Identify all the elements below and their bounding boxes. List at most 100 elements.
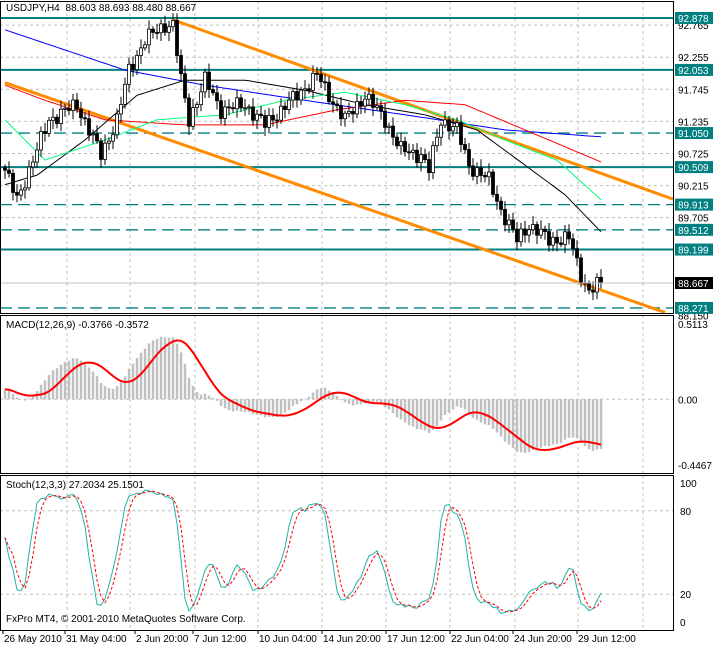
candle-body [359, 101, 363, 107]
channel-lower-line [4, 81, 666, 314]
candle [43, 122, 47, 142]
candle-body [443, 119, 447, 126]
candle-body [247, 106, 251, 109]
candle [259, 105, 263, 119]
candle [467, 142, 471, 175]
candle [291, 88, 295, 108]
candle-body [151, 28, 155, 33]
candle-body [347, 110, 351, 114]
candle [595, 273, 599, 300]
candle [123, 77, 127, 109]
candle-body [187, 97, 191, 127]
candle-body [239, 97, 243, 109]
candle [79, 101, 83, 127]
candle-body [71, 99, 75, 111]
candle-body [51, 116, 55, 121]
level-price-label: 89.512 [678, 226, 709, 237]
candle-body [251, 106, 255, 121]
candle-body [103, 142, 107, 160]
candle [343, 110, 347, 127]
time-axis-label: 29 Jun 12:00 [578, 634, 636, 645]
candle [55, 114, 59, 129]
candle-body [295, 91, 299, 101]
candle [535, 221, 539, 244]
candle-body [411, 149, 415, 153]
candle [243, 98, 247, 116]
candle [515, 221, 519, 251]
candle-body [555, 236, 559, 244]
candle-body [499, 200, 503, 210]
candle-body [415, 149, 419, 164]
candle-body [435, 136, 439, 147]
candle [543, 225, 547, 240]
macd-title: MACD(12,26,9) -0.3766 -0.3572 [6, 320, 149, 331]
candle [351, 107, 355, 123]
candle [103, 134, 107, 165]
candle [159, 19, 163, 41]
stoch-axis-label: 80 [680, 507, 692, 518]
candle-body [503, 208, 507, 226]
level-price-label: 89.913 [678, 201, 709, 212]
candle-body [523, 228, 527, 236]
candle-body [195, 104, 199, 109]
candle-body [327, 81, 331, 103]
candle-body [519, 228, 523, 243]
candle [359, 95, 363, 114]
candle [175, 13, 179, 64]
candle-body [135, 54, 139, 71]
candle-body [475, 167, 479, 177]
candle-body [279, 105, 283, 121]
candle [355, 93, 359, 119]
stoch-axis-label: 20 [680, 590, 692, 601]
candle [35, 142, 39, 169]
candle [203, 68, 207, 98]
candle-body [79, 108, 83, 119]
level-price-label: 92.878 [678, 14, 709, 25]
candle-body [387, 125, 391, 128]
time-axis-label: 14 Jun 20:00 [323, 634, 381, 645]
candle-body [47, 119, 51, 134]
moving-average-line [4, 91, 602, 201]
candle-body [483, 175, 487, 178]
candle-body [215, 92, 219, 102]
candle [471, 158, 475, 181]
candle-body [331, 101, 335, 105]
candle-body [447, 119, 451, 132]
candle [195, 101, 199, 116]
candle [199, 83, 203, 112]
macd-axis-label: 0.00 [678, 395, 698, 406]
candle-body [587, 282, 591, 291]
candle [187, 93, 191, 136]
candle-body [315, 72, 319, 75]
candle [167, 20, 171, 42]
candle-body [227, 106, 231, 109]
candle [491, 169, 495, 198]
candle-body [119, 104, 123, 115]
candle [503, 201, 507, 232]
time-axis-label: 31 May 04:00 [66, 634, 127, 645]
candle [51, 108, 55, 130]
candle-body [155, 32, 159, 34]
candle-body [399, 141, 403, 147]
candle-body [39, 131, 43, 151]
candle [519, 222, 523, 247]
candle [495, 185, 499, 210]
candle-body [11, 172, 15, 193]
candle-body [27, 166, 31, 189]
stoch-title: Stoch(12,3,3) 27.2034 25.1501 [6, 480, 144, 491]
candle [219, 94, 223, 124]
candle-body [571, 238, 575, 249]
candle-body [87, 118, 91, 136]
candle-body [547, 231, 551, 246]
candle-body [527, 229, 531, 236]
candle-body [75, 99, 79, 110]
candle [15, 184, 19, 203]
price-tick-label: 89.705 [678, 214, 709, 225]
candle-body [423, 154, 427, 161]
candle-body [115, 113, 119, 136]
candle [7, 161, 11, 178]
candle [443, 111, 447, 129]
candle-body [451, 126, 455, 132]
candle-body [223, 106, 227, 119]
price-tick-label: 92.255 [678, 53, 709, 64]
